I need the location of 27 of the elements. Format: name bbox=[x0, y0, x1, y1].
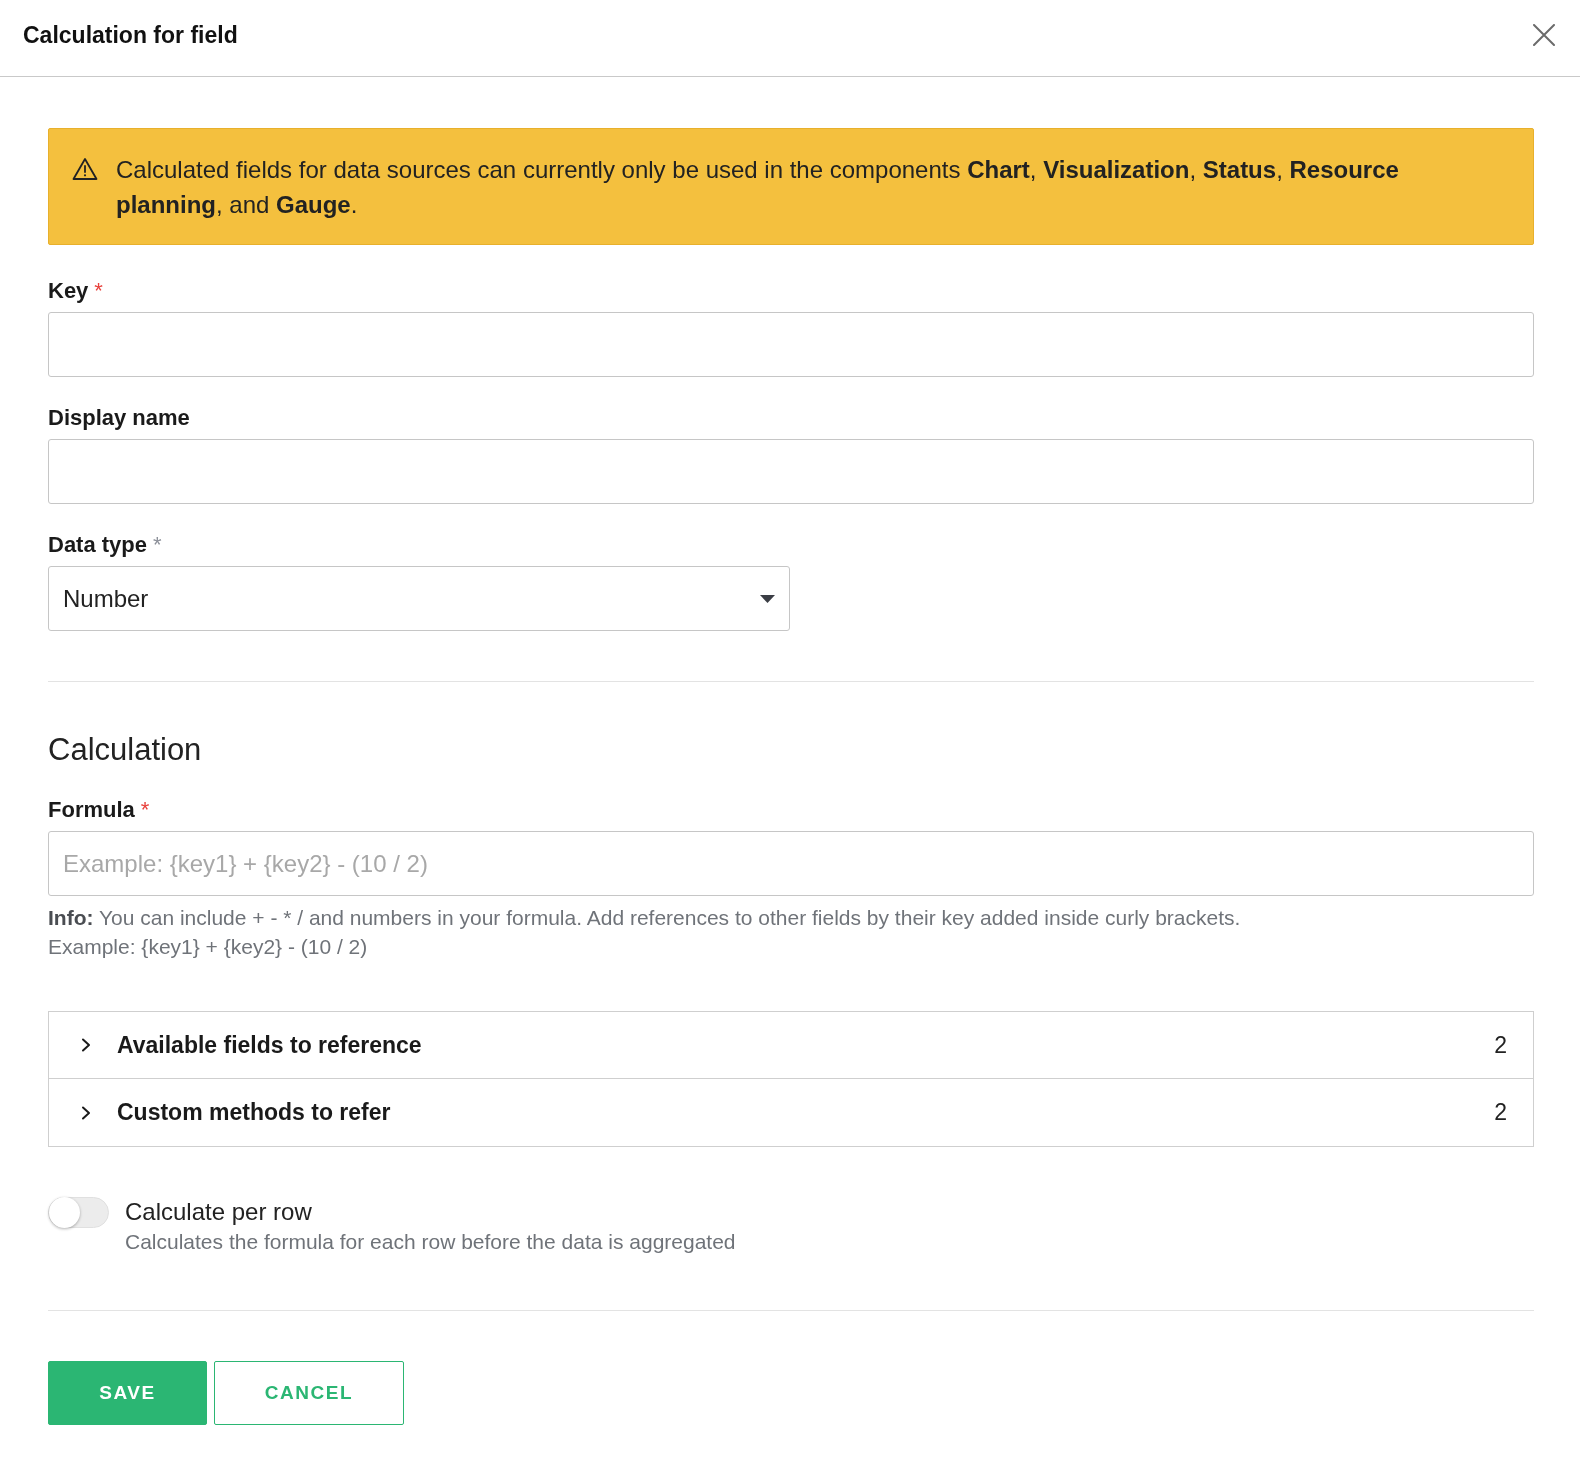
section-heading: Calculation bbox=[48, 732, 203, 768]
warning-message: Calculated fields for data sources can currently only be used in the components Chart, Visualization, Status, Resource planning, and Gauge. bbox=[116, 155, 1400, 220]
chevron-icon bbox=[80, 1038, 92, 1052]
formula-field[interactable]: Example: {key1} + {key2} - (10 / 2) bbox=[48, 831, 1534, 896]
item-count: 2 bbox=[1494, 1098, 1507, 1128]
toggle-switch[interactable] bbox=[48, 1197, 109, 1228]
text-field[interactable] bbox=[48, 439, 1534, 504]
text-field[interactable] bbox=[48, 312, 1534, 377]
dialog-title: Calculation for field bbox=[23, 20, 238, 50]
warning-icon bbox=[72, 157, 98, 181]
field-label: Data type bbox=[48, 532, 148, 558]
field-label: Key bbox=[48, 278, 89, 304]
close-icon bbox=[1533, 24, 1555, 46]
close-button[interactable] bbox=[1530, 21, 1558, 49]
chevron-icon bbox=[80, 1105, 92, 1120]
example-text: Example: {key1} + {key2} - (10 / 2) bbox=[48, 934, 369, 960]
required-mark: * bbox=[140, 797, 150, 823]
select-field[interactable]: Number bbox=[48, 566, 790, 631]
item-count: 2 bbox=[1494, 1030, 1507, 1060]
field-label: Display name bbox=[48, 405, 190, 431]
info-text: Info: You can include + - * / and numbers in your formula. Add references to other fields by their key added inside curly brackets. bbox=[48, 905, 1242, 931]
required-mark: * bbox=[94, 278, 103, 304]
toggle-label: Calculate per row bbox=[125, 1198, 313, 1226]
caret-down-icon bbox=[760, 594, 775, 603]
toggle-description: Calculates the formula for each row before the data is aggregated bbox=[125, 1229, 736, 1255]
field-label: Formula bbox=[48, 797, 135, 823]
required-mark: * bbox=[153, 532, 162, 558]
